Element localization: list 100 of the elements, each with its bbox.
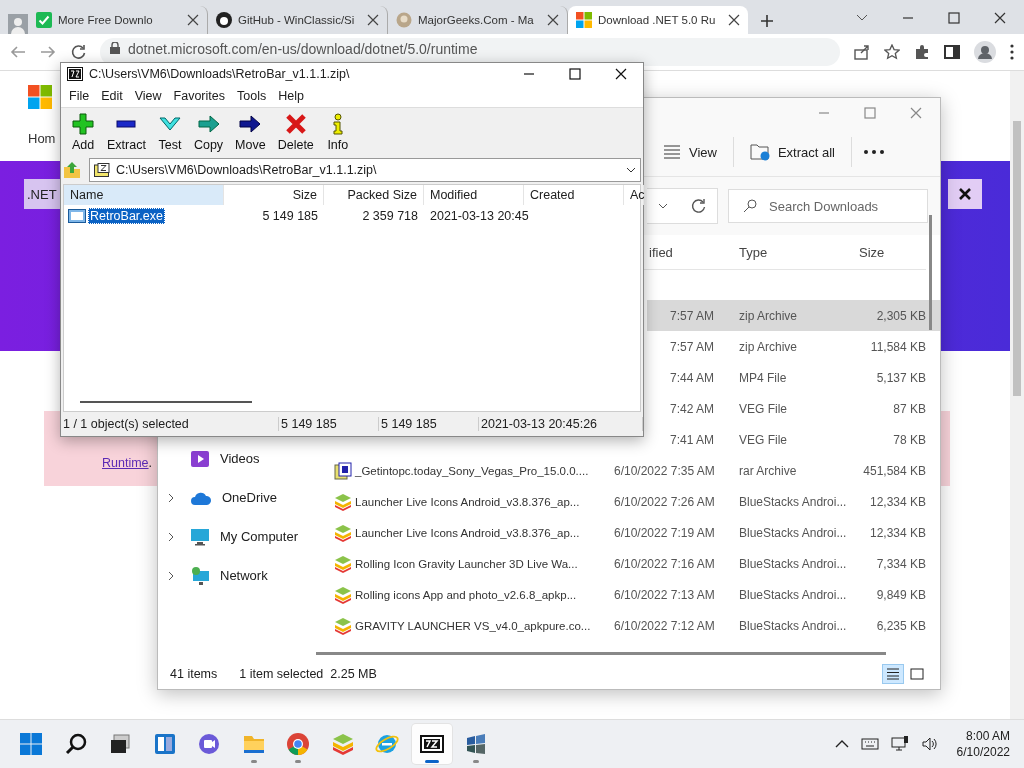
column-header[interactable]: Created [524,185,624,205]
archive-icon [334,461,352,480]
file-row[interactable]: 7:57 AM zip Archive 11,584 KB [647,331,940,362]
status-text: 41 items [170,667,218,681]
table-cell-text: 2 359 718 [361,209,419,223]
scrollbar[interactable] [316,652,886,655]
column-header[interactable]: Ac [624,185,644,205]
nav-item[interactable]: Videos [158,439,326,478]
column-header[interactable]: Type [739,244,768,260]
close-icon[interactable] [728,14,740,26]
type-cell-text: BlueStacks Androi... [738,525,848,540]
windows-icon[interactable] [19,732,43,756]
profile-icon[interactable] [974,41,996,63]
file-row[interactable]: 7:44 AM MP4 File 5,137 KB [647,362,940,393]
scrollbar[interactable] [80,401,252,403]
share-icon[interactable] [854,44,870,60]
check-icon [36,12,52,28]
search-field[interactable]: Search Downloads [728,189,928,223]
layers-icon [334,492,352,511]
toolbar-button[interactable]: View [658,140,721,164]
layers-icon [334,523,352,542]
back-icon[interactable] [10,44,26,60]
file-row[interactable]: 7:57 AM zip Archive 2,305 KB [647,300,940,331]
clock[interactable]: 8:00 AM 6/10/2022 [956,728,1010,760]
widgets-icon[interactable] [152,732,177,756]
column-header[interactable]: Packed Size [324,185,424,205]
file-row[interactable]: _Getintopc.today_Sony_Vegas_Pro_15.0.0.... 6/10/2022 7:35 AM rar Archive 451,584 KB [334,455,940,486]
more-icon[interactable] [864,150,884,154]
flag-icon[interactable] [464,732,488,756]
folder-up-icon[interactable] [63,161,81,179]
column-header[interactable]: ified [649,244,673,260]
menu-item[interactable]: Tools [231,89,273,103]
scrollbar[interactable] [929,215,932,330]
toolbar-button[interactable]: Add [65,112,101,152]
sidebar-icon[interactable] [944,44,960,60]
archive-icon[interactable] [419,732,444,756]
layers-icon[interactable] [330,732,355,756]
toolbar-button[interactable]: Extract all [745,139,839,165]
toolbar-button[interactable]: Info [319,112,356,152]
toolbar-button[interactable]: Delete [271,112,320,152]
close-icon[interactable] [367,14,379,26]
nav-item[interactable]: Network [158,556,326,595]
column-header[interactable]: Size [224,185,324,205]
puzzle-icon[interactable] [914,44,930,60]
nav-item[interactable]: OneDrive [158,478,326,517]
close-icon[interactable] [187,14,199,26]
close-icon[interactable] [547,14,559,26]
column-header[interactable]: Modified [424,185,524,205]
menu-icon[interactable] [1010,44,1014,60]
menu-item[interactable]: View [128,89,168,103]
toolbar-button[interactable]: Move [229,112,272,152]
file-row[interactable]: 7:42 AM VEG File 87 KB [647,393,940,424]
menu-item[interactable]: File [63,89,96,103]
windows-stack-icon[interactable] [108,732,132,756]
runtime-link[interactable]: Runtime [102,456,149,470]
nav-link[interactable]: Hom [28,131,56,146]
close-icon[interactable] [994,12,1006,24]
file-name[interactable]: RetroBar.exe [88,208,165,224]
address-field[interactable] [647,188,718,224]
file-row[interactable]: Rolling icons App and photo_v2.6.8_apkp... 6/10/2022 7:13 AM BlueStacks Androi... 9,849 KB [334,579,940,610]
toolbar-button[interactable]: Copy [187,112,230,152]
view-button[interactable] [882,664,904,684]
maximize-icon[interactable] [569,68,581,80]
column-header[interactable]: Size [859,244,885,260]
keyboard-icon[interactable] [860,738,879,750]
file-row[interactable]: Rolling Icon Gravity Launcher 3D Live Wa... 6/10/2022 7:16 AM BlueStacks Androi... 7,334 KB [334,548,940,579]
monitor-icon [190,526,210,547]
layers-icon [334,585,352,604]
taskbar-button[interactable] [411,724,452,764]
column-header[interactable]: Name [64,185,224,205]
browser-tab[interactable]: Download .NET 5.0 Ru [568,6,748,34]
chat-icon[interactable] [197,732,221,756]
path-field[interactable]: C:\Users\VM6\Downloads\RetroBar_v1.1.1.zip\ [89,158,641,182]
toolbar-button[interactable]: Extract [101,112,152,152]
reload-icon[interactable] [70,44,86,60]
date-cell: 6/10/2022 7:26 AM [614,494,714,509]
search-icon[interactable] [63,732,88,756]
plus-icon[interactable] [760,14,774,28]
close-icon[interactable] [615,68,627,80]
file-row[interactable]: GRAVITY LAUNCHER VS_v4.0_apkpure.co... 6/10/2022 7:12 AM BlueStacks Androi... 6,235 KB [334,610,940,641]
menu-item[interactable]: Favorites [167,89,231,103]
chevron-down-icon[interactable] [856,14,868,22]
menu-item[interactable]: Edit [95,89,129,103]
file-row[interactable]: Launcher Live Icons Android_v3.8.376_ap... 6/10/2022 7:19 AM BlueStacks Androi... 12,334 KB [334,517,940,548]
browser-icon[interactable] [286,732,310,756]
file-row[interactable]: 7:41 AM VEG File 78 KB [647,424,940,455]
volume-icon[interactable] [920,736,939,752]
menu-item[interactable]: Help [272,89,310,103]
star-icon[interactable] [884,44,900,60]
chevron-down-icon [658,203,668,209]
file-row[interactable]: Launcher Live Icons Android_v3.8.376_ap... 6/10/2022 7:26 AM BlueStacks Androi... 12,334 KB [334,486,940,517]
toolbar-button[interactable]: Test [151,112,188,152]
scrollbar[interactable] [1010,71,1024,719]
status-text: 1 item selected 2.25 MB [239,667,377,681]
maximize-icon[interactable] [948,12,960,24]
chevron-up-icon[interactable] [834,739,849,749]
nav-item[interactable]: My Computer [158,517,326,556]
forward-icon[interactable] [40,44,56,60]
close-button[interactable] [948,179,982,209]
monitor-icon[interactable] [890,736,909,752]
